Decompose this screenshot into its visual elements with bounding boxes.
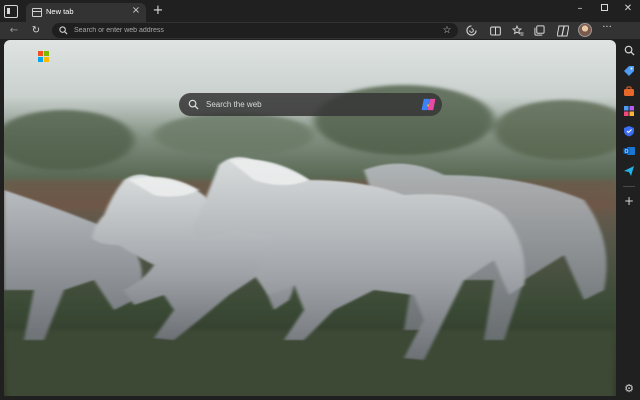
address-bar[interactable]: ☆: [52, 23, 458, 38]
search-icon: [59, 26, 68, 35]
sidebar-search-icon[interactable]: [622, 43, 636, 57]
sidebar-shield-icon[interactable]: [622, 124, 636, 138]
collections-icon[interactable]: [532, 23, 547, 38]
sidebar-games-icon[interactable]: [622, 104, 636, 118]
maximize-button[interactable]: [597, 2, 611, 16]
close-window-button[interactable]: ✕: [621, 2, 635, 16]
sidebar-briefcase-icon[interactable]: [622, 84, 636, 98]
sidebar-outlook-icon[interactable]: O: [622, 144, 636, 158]
sidebar-settings-icon[interactable]: ⚙: [622, 381, 636, 395]
copilot-icon[interactable]: [555, 23, 570, 38]
address-input[interactable]: [74, 24, 434, 37]
sidebar-tag-icon[interactable]: [622, 64, 636, 78]
logo-blue-square: [38, 57, 43, 62]
favorites-icon[interactable]: [510, 23, 525, 38]
browser-essentials-icon[interactable]: [464, 23, 479, 38]
sidebar: O + ⚙: [618, 39, 640, 400]
new-tab-button[interactable]: +: [151, 4, 165, 18]
browser-window: New tab × + – ✕ ← ↻ ☆: [0, 0, 640, 400]
logo-green-square: [44, 51, 49, 56]
logo-yellow-square: [44, 57, 49, 62]
add-favorite-icon[interactable]: ☆: [440, 23, 454, 38]
split-screen-icon[interactable]: [488, 23, 503, 38]
new-tab-favicon-icon: [32, 8, 42, 17]
minimize-button[interactable]: –: [573, 2, 587, 16]
sidebar-send-icon[interactable]: [622, 164, 636, 178]
tab-actions-icon[interactable]: [4, 5, 18, 18]
microsoft-logo: [38, 51, 49, 62]
new-tab-page: [4, 40, 616, 396]
web-search-box[interactable]: [179, 93, 442, 116]
web-search-input[interactable]: [206, 97, 416, 112]
back-button[interactable]: ←: [6, 23, 22, 38]
more-options-icon[interactable]: ···: [600, 22, 614, 37]
refresh-button[interactable]: ↻: [28, 23, 44, 38]
maximize-icon: [600, 4, 608, 11]
search-icon: [188, 99, 199, 110]
profile-avatar[interactable]: [578, 23, 592, 37]
tab-title: New tab: [46, 7, 74, 16]
sidebar-divider: [623, 186, 635, 187]
tab-strip: New tab × + – ✕: [0, 0, 640, 22]
logo-red-square: [38, 51, 43, 56]
sidebar-add-button[interactable]: +: [622, 194, 636, 208]
close-tab-icon[interactable]: ×: [130, 5, 142, 17]
toolbar: ← ↻ ☆ ···: [0, 22, 640, 39]
tab-new-tab[interactable]: New tab ×: [26, 3, 146, 22]
copilot-icon[interactable]: [421, 97, 436, 112]
svg-text:O: O: [625, 149, 629, 155]
